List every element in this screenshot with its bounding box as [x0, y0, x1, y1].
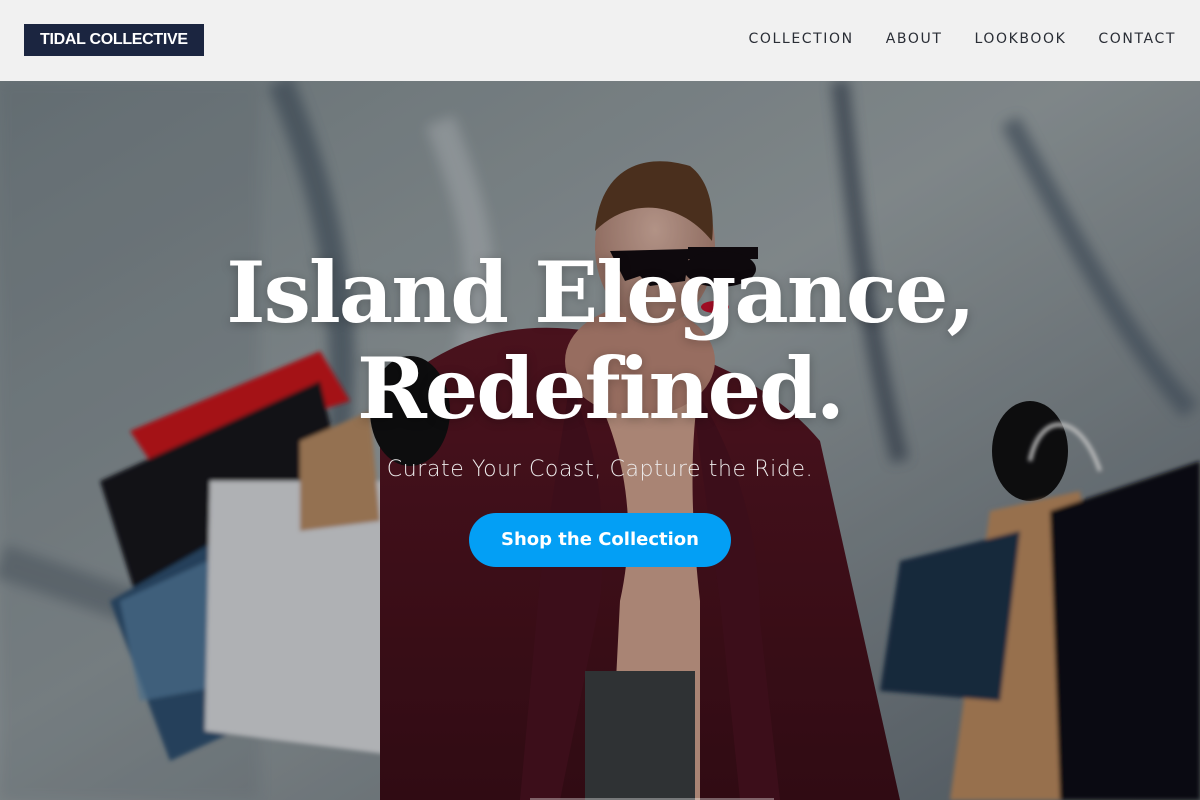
site-logo[interactable]: TIDAL COLLECTIVE [24, 24, 204, 56]
hero-section: Island Elegance, Redefined. Curate Your … [0, 81, 1200, 800]
main-nav: COLLECTION ABOUT LOOKBOOK CONTACT [749, 29, 1176, 49]
hero-title-line-1: Island Elegance, [226, 243, 975, 342]
nav-link-collection[interactable]: COLLECTION [749, 29, 854, 49]
site-header: TIDAL COLLECTIVE COLLECTION ABOUT LOOKBO… [0, 0, 1200, 81]
hero-title: Island Elegance, Redefined. [0, 245, 1200, 437]
nav-link-contact[interactable]: CONTACT [1098, 29, 1176, 49]
hero-content: Island Elegance, Redefined. Curate Your … [0, 245, 1200, 567]
nav-link-about[interactable]: ABOUT [886, 29, 943, 49]
hero-title-line-2: Redefined. [357, 339, 845, 438]
nav-link-lookbook[interactable]: LOOKBOOK [975, 29, 1067, 49]
hero-subtitle: Curate Your Coast, Capture the Ride. [386, 457, 814, 482]
shop-collection-button[interactable]: Shop the Collection [469, 513, 731, 567]
